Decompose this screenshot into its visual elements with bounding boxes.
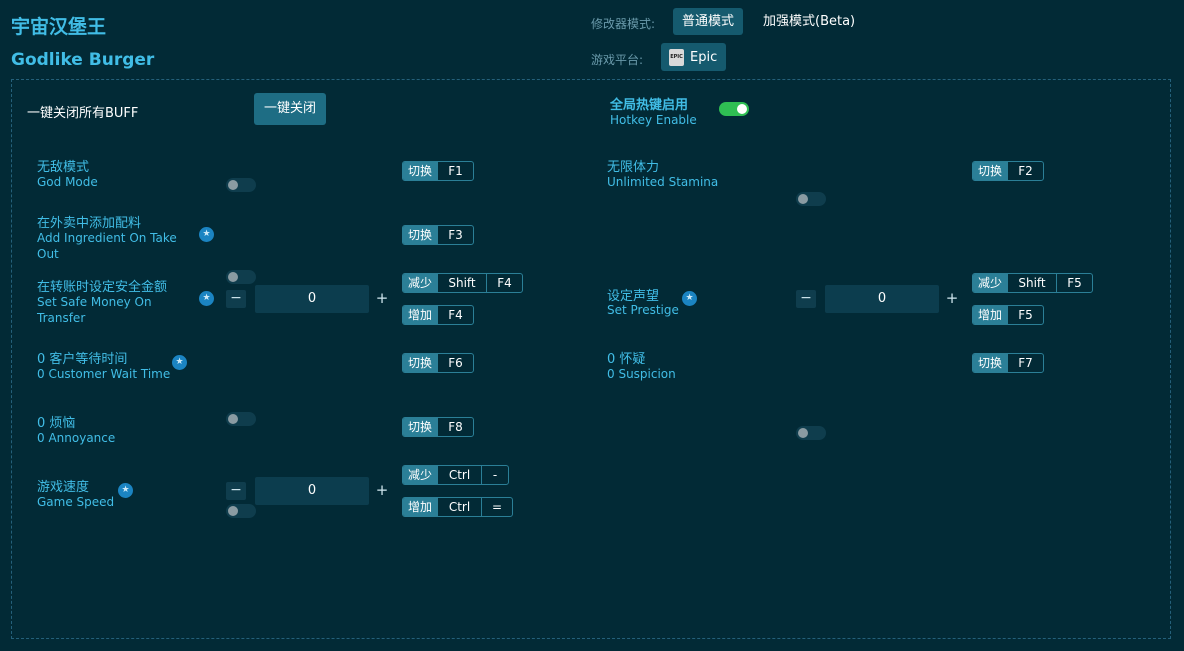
toggle-knob <box>228 180 238 190</box>
prestige-increase-hotkey[interactable]: 增加 F5 <box>972 305 1044 325</box>
toggle-knob <box>228 272 238 282</box>
hotkey-action: 减少 <box>403 466 437 484</box>
prestige-decrease-button[interactable]: − <box>796 290 816 308</box>
stamina-label-cn: 无限体力 <box>607 160 660 175</box>
wait-time-label-en: 0 Customer Wait Time <box>37 367 171 381</box>
hotkey-action: 切换 <box>403 418 437 436</box>
hotkey-action: 切换 <box>403 226 437 244</box>
star-icon: ★ <box>172 355 187 370</box>
hotkey-enable-label-en: Hotkey Enable <box>610 113 697 127</box>
hotkey-key: = <box>481 498 512 516</box>
annoyance-toggle[interactable] <box>226 504 256 518</box>
hotkey-action: 切换 <box>973 354 1007 372</box>
annoyance-hotkey[interactable]: 切换 F8 <box>402 417 474 437</box>
platform-label: 游戏平台: <box>591 53 644 67</box>
god-mode-hotkey[interactable]: 切换 F1 <box>402 161 474 181</box>
ingredient-toggle[interactable] <box>226 270 256 284</box>
safe-money-label-en: Set Safe Money On Transfer <box>37 295 152 325</box>
safe-money-label-cn: 在转账时设定安全金额 <box>37 280 168 295</box>
wait-time-toggle[interactable] <box>226 412 256 426</box>
hotkey-key: F5 <box>1056 274 1092 292</box>
hotkey-modifier: Shift <box>1007 274 1056 292</box>
hotkey-modifier: Ctrl <box>437 466 481 484</box>
safe-money-input[interactable]: 0 <box>255 285 369 313</box>
platform-button[interactable]: EPIC Epic <box>661 43 727 71</box>
hotkey-action: 切换 <box>403 354 437 372</box>
ingredient-label-en: Add Ingredient On Take Out <box>37 231 177 261</box>
game-speed-increase-hotkey[interactable]: 增加 Ctrl = <box>402 497 513 517</box>
hotkey-key: F4 <box>486 274 522 292</box>
hotkey-key: F6 <box>437 354 473 372</box>
star-icon: ★ <box>682 291 697 306</box>
toggle-knob <box>228 506 238 516</box>
star-icon: ★ <box>118 483 133 498</box>
hotkey-key: F7 <box>1007 354 1043 372</box>
hotkey-action: 增加 <box>973 306 1007 324</box>
game-speed-label-cn: 游戏速度 <box>37 480 90 495</box>
platform-name: Epic <box>690 49 718 65</box>
safe-money-increase-button[interactable]: + <box>374 290 390 308</box>
hotkey-key: F8 <box>437 418 473 436</box>
god-mode-label-cn: 无敌模式 <box>37 160 90 175</box>
toggle-knob <box>737 104 747 114</box>
hotkey-enable-label-cn: 全局热键启用 <box>610 98 689 113</box>
god-mode-toggle[interactable] <box>226 178 256 192</box>
hotkey-action: 增加 <box>403 498 437 516</box>
prestige-input[interactable]: 0 <box>825 285 939 313</box>
hotkey-key: - <box>481 466 508 484</box>
ingredient-hotkey[interactable]: 切换 F3 <box>402 225 474 245</box>
star-icon: ★ <box>199 227 214 242</box>
mode-enhanced-button[interactable]: 加强模式(Beta) <box>754 8 864 35</box>
stamina-label-en: Unlimited Stamina <box>607 175 719 189</box>
safe-money-decrease-hotkey[interactable]: 减少 Shift F4 <box>402 273 523 293</box>
hotkey-key: F2 <box>1007 162 1043 180</box>
hotkey-action: 切换 <box>403 162 437 180</box>
annoyance-label-cn: 0 烦恼 <box>37 416 76 431</box>
wait-time-label-cn: 0 客户等待时间 <box>37 352 128 367</box>
toggle-knob <box>798 428 808 438</box>
suspicion-label-en: 0 Suspicion <box>607 367 676 381</box>
toggle-knob <box>798 194 808 204</box>
mode-label: 修改器模式: <box>591 17 656 31</box>
game-speed-label-en: Game Speed <box>37 495 115 509</box>
toggle-knob <box>228 414 238 424</box>
hotkey-action: 增加 <box>403 306 437 324</box>
hotkey-modifier: Ctrl <box>437 498 481 516</box>
suspicion-label-cn: 0 怀疑 <box>607 352 646 367</box>
hotkey-action: 减少 <box>403 274 437 292</box>
app-title-en: Godlike Burger <box>11 50 155 70</box>
game-speed-decrease-hotkey[interactable]: 减少 Ctrl - <box>402 465 509 485</box>
game-speed-input[interactable]: 0 <box>255 477 369 505</box>
wait-time-hotkey[interactable]: 切换 F6 <box>402 353 474 373</box>
hotkey-action: 切换 <box>973 162 1007 180</box>
stamina-toggle[interactable] <box>796 192 826 206</box>
hotkey-action: 减少 <box>973 274 1007 292</box>
ingredient-label-cn: 在外卖中添加配料 <box>37 216 142 231</box>
close-all-label: 一键关闭所有BUFF <box>27 106 139 121</box>
safe-money-decrease-button[interactable]: − <box>226 290 246 308</box>
game-speed-decrease-button[interactable]: − <box>226 482 246 500</box>
close-all-button[interactable]: 一键关闭 <box>254 93 327 125</box>
hotkey-modifier: Shift <box>437 274 486 292</box>
safe-money-increase-hotkey[interactable]: 增加 F4 <box>402 305 474 325</box>
stamina-hotkey[interactable]: 切换 F2 <box>972 161 1044 181</box>
app-title-cn: 宇宙汉堡王 <box>11 16 107 38</box>
annoyance-label-en: 0 Annoyance <box>37 431 116 445</box>
suspicion-toggle[interactable] <box>796 426 826 440</box>
mode-normal-button[interactable]: 普通模式 <box>673 8 744 35</box>
hotkey-key: F1 <box>437 162 473 180</box>
suspicion-hotkey[interactable]: 切换 F7 <box>972 353 1044 373</box>
god-mode-label-en: God Mode <box>37 175 98 189</box>
hotkey-key: F4 <box>437 306 473 324</box>
epic-logo-icon: EPIC <box>669 48 684 66</box>
hotkey-key: F5 <box>1007 306 1043 324</box>
star-icon: ★ <box>199 291 214 306</box>
hotkey-enable-toggle[interactable] <box>719 102 749 116</box>
prestige-label-en: Set Prestige <box>607 303 679 317</box>
hotkey-key: F3 <box>437 226 473 244</box>
prestige-increase-button[interactable]: + <box>944 290 960 308</box>
game-speed-increase-button[interactable]: + <box>374 482 390 500</box>
prestige-decrease-hotkey[interactable]: 减少 Shift F5 <box>972 273 1093 293</box>
